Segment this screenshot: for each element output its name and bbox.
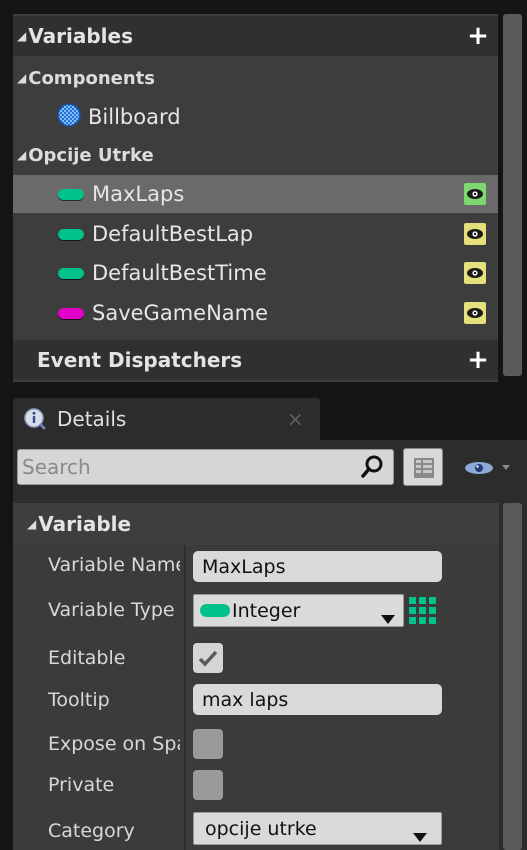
- info-icon: [23, 407, 47, 435]
- variable-type-dropdown[interactable]: Integer: [193, 594, 404, 627]
- variable-row-savegamename[interactable]: SaveGameName: [13, 294, 498, 332]
- search-icon[interactable]: [361, 454, 385, 484]
- collapse-triangle-icon[interactable]: ◢: [17, 71, 26, 85]
- integer-pin-icon: [58, 267, 84, 279]
- editable-label: Editable: [48, 647, 126, 669]
- chevron-down-icon: [381, 607, 395, 629]
- column-divider[interactable]: [184, 545, 186, 850]
- search-box[interactable]: [17, 449, 394, 485]
- opcije-utrke-category-label: Opcije Utrke: [28, 144, 154, 166]
- string-pin-icon: [58, 307, 84, 319]
- component-item-billboard[interactable]: Billboard: [13, 98, 498, 136]
- editable-checkbox[interactable]: [193, 643, 223, 673]
- category-dropdown[interactable]: opcije utrke: [193, 812, 442, 845]
- property-matrix-button[interactable]: [403, 448, 443, 486]
- variable-type-label: Variable Type: [48, 599, 175, 621]
- category-label: Category: [48, 820, 135, 842]
- variable-section-label: Variable: [38, 512, 132, 536]
- component-label: Billboard: [88, 105, 181, 129]
- visibility-eye-icon[interactable]: [464, 183, 486, 205]
- variable-name-label: Variable Name: [48, 554, 180, 576]
- variable-section-header[interactable]: ◢ Variable: [13, 503, 499, 545]
- integer-pin-icon: [58, 188, 84, 200]
- variable-label: MaxLaps: [92, 182, 185, 206]
- variable-row-maxlaps[interactable]: MaxLaps: [13, 175, 498, 213]
- integer-pin-icon: [58, 228, 84, 240]
- variable-row-defaultbesttime[interactable]: DefaultBestTime: [13, 254, 498, 292]
- variable-type-value: Integer: [232, 599, 301, 622]
- visibility-filter-eye-icon[interactable]: [462, 456, 522, 484]
- tab-details[interactable]: Details ×: [13, 398, 320, 440]
- opcije-utrke-category-header[interactable]: ◢ Opcije Utrke: [13, 138, 498, 172]
- visibility-eye-icon[interactable]: [464, 302, 486, 324]
- variable-label: DefaultBestTime: [92, 261, 267, 285]
- event-dispatchers-category-header[interactable]: Event Dispatchers +: [13, 340, 498, 380]
- category-value: opcije utrke: [205, 817, 317, 840]
- close-tab-button[interactable]: ×: [287, 407, 304, 431]
- collapse-triangle-icon[interactable]: ◢: [17, 148, 26, 162]
- visibility-eye-icon[interactable]: [464, 223, 486, 245]
- collapse-triangle-icon[interactable]: ◢: [17, 29, 26, 43]
- add-event-dispatcher-button[interactable]: +: [464, 346, 492, 374]
- variable-name-input[interactable]: MaxLaps: [193, 551, 442, 582]
- variables-category-header[interactable]: ◢ Variables +: [13, 16, 498, 56]
- variable-row-defaultbestlap[interactable]: DefaultBestLap: [13, 215, 498, 253]
- private-label: Private: [48, 774, 115, 796]
- components-category-header[interactable]: ◢ Components: [13, 61, 498, 95]
- billboard-icon: [56, 102, 82, 132]
- variable-label: SaveGameName: [92, 301, 269, 325]
- visibility-eye-icon[interactable]: [464, 262, 486, 284]
- details-scrollbar[interactable]: [503, 503, 522, 850]
- table-view-icon: [414, 458, 434, 482]
- variables-scrollbar[interactable]: [503, 14, 522, 376]
- tooltip-label: Tooltip: [48, 689, 110, 711]
- collapse-triangle-icon[interactable]: ◢: [27, 517, 36, 531]
- chevron-down-icon: [413, 825, 427, 847]
- details-tab-label: Details: [57, 407, 127, 431]
- add-variable-button[interactable]: +: [464, 22, 492, 50]
- expose-on-spawn-checkbox[interactable]: [193, 729, 223, 759]
- container-type-grid-icon[interactable]: [408, 596, 438, 630]
- variable-label: DefaultBestLap: [92, 222, 254, 246]
- components-category-label: Components: [28, 67, 155, 89]
- tooltip-input[interactable]: max laps: [193, 684, 442, 715]
- private-checkbox[interactable]: [193, 770, 223, 800]
- checkmark-icon: [198, 650, 218, 667]
- expose-on-spawn-label: Expose on Spawn: [48, 733, 180, 755]
- variables-category-label: Variables: [28, 24, 133, 48]
- integer-pin-icon: [200, 604, 230, 617]
- event-dispatchers-label: Event Dispatchers: [37, 348, 243, 372]
- search-input[interactable]: [22, 453, 342, 481]
